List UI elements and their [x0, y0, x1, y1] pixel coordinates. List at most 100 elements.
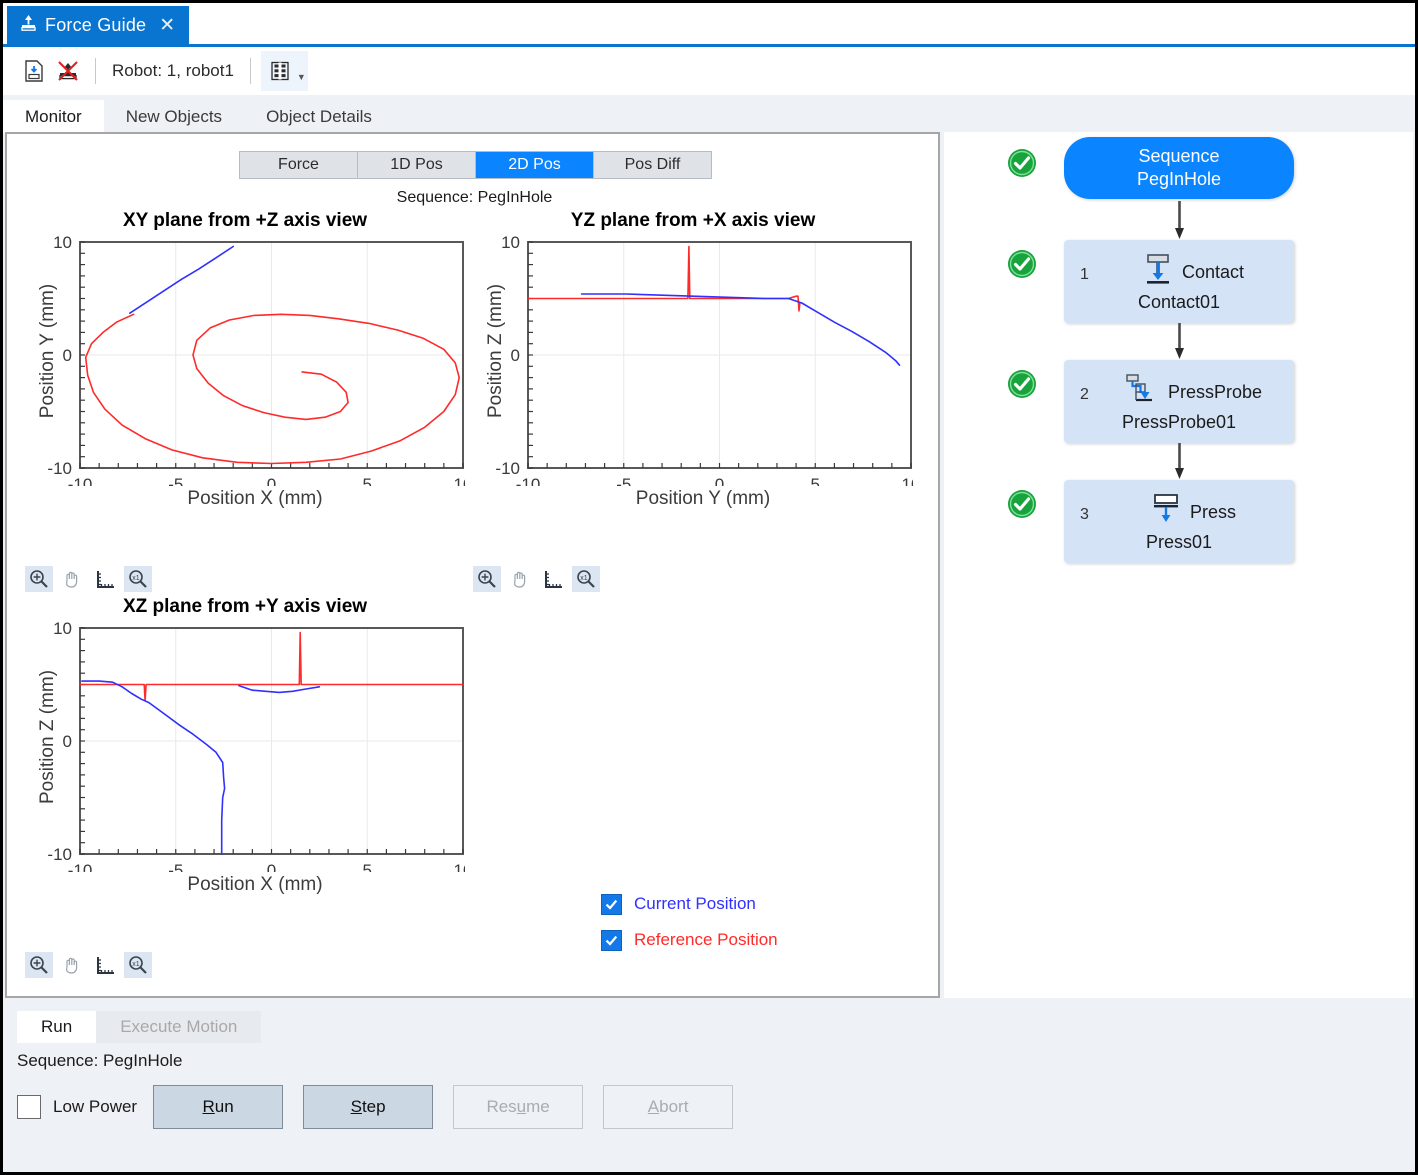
- chart-xz-xlabel: Position X (mm): [55, 874, 455, 896]
- svg-text:5: 5: [811, 475, 820, 486]
- abort-button: Abort: [603, 1085, 733, 1129]
- chart-xy-toolbar: x1: [25, 566, 152, 592]
- svg-text:x1: x1: [132, 961, 140, 968]
- chart-yz-plot[interactable]: -10-50510-10010: [473, 236, 913, 491]
- status-ok-icon-root: [1006, 147, 1038, 179]
- tab-execute-motion: Execute Motion: [96, 1011, 261, 1043]
- axis-scale-icon[interactable]: [91, 952, 119, 978]
- seg-2d-pos[interactable]: 2D Pos: [476, 152, 594, 178]
- tab-run[interactable]: Run: [17, 1011, 96, 1043]
- checkbox-low-power[interactable]: [17, 1095, 41, 1119]
- seg-1d-pos[interactable]: 1D Pos: [358, 152, 476, 178]
- toolbar-separator: [95, 58, 96, 84]
- press-icon: [1150, 493, 1182, 532]
- chart-xz-plane: XZ plane from +Y axis view Position Z (m…: [25, 596, 465, 886]
- press-probe-icon: [1124, 373, 1160, 412]
- save-document-icon[interactable]: [17, 54, 51, 88]
- monitor-panel: Force 1D Pos 2D Pos Pos Diff Sequence: P…: [5, 132, 940, 998]
- legend-item-reference-position[interactable]: Reference Position: [601, 922, 778, 958]
- zoom-reset-icon[interactable]: x1: [124, 566, 152, 592]
- svg-text:-10: -10: [47, 845, 72, 864]
- step-button-label: Step: [351, 1097, 386, 1117]
- properties-list-icon[interactable]: [263, 54, 297, 88]
- sequence-step-1[interactable]: 1 Contact Contact01: [1064, 240, 1294, 323]
- checkbox-reference-position[interactable]: [601, 930, 622, 951]
- run-button[interactable]: Run: [153, 1085, 283, 1129]
- resume-button-label: Resume: [486, 1097, 549, 1117]
- svg-text:10: 10: [501, 236, 520, 252]
- monitor-sequence-label: Sequence: PegInHole: [7, 189, 942, 207]
- zoom-in-icon[interactable]: [25, 566, 53, 592]
- run-sequence-label: Sequence: PegInHole: [17, 1051, 182, 1071]
- force-guide-window: Force Guide ✕ Robot: 1, robot1: [0, 0, 1418, 1175]
- chevron-down-icon[interactable]: ▼: [297, 72, 306, 82]
- svg-text:-5: -5: [616, 475, 631, 486]
- svg-text:5: 5: [363, 861, 372, 872]
- legend-label-current-position: Current Position: [634, 894, 756, 914]
- toolbar: Robot: 1, robot1 ▼: [3, 47, 1415, 95]
- chart-xz-plot[interactable]: -10-50510-10010: [25, 622, 465, 877]
- zoom-reset-icon[interactable]: x1: [572, 566, 600, 592]
- pan-hand-icon[interactable]: [506, 566, 534, 592]
- zoom-reset-icon[interactable]: x1: [124, 952, 152, 978]
- sequence-flow-panel: Sequence PegInHole 1: [944, 132, 1413, 998]
- axis-scale-icon[interactable]: [91, 566, 119, 592]
- zoom-in-icon[interactable]: [25, 952, 53, 978]
- abort-button-label: Abort: [648, 1097, 689, 1117]
- step-index-2: 2: [1080, 386, 1089, 404]
- sequence-root-node[interactable]: Sequence PegInHole: [1064, 137, 1294, 199]
- legend-item-current-position[interactable]: Current Position: [601, 886, 778, 922]
- chart-legend: Current Position Reference Position: [601, 886, 778, 958]
- run-controls: Low Power Run Step Resume Abort: [17, 1085, 753, 1129]
- low-power-control[interactable]: Low Power: [17, 1095, 137, 1119]
- step-type-2: PressProbe: [1168, 382, 1262, 403]
- seg-force[interactable]: Force: [240, 152, 358, 178]
- step-index-1: 1: [1080, 266, 1089, 284]
- svg-text:-5: -5: [168, 861, 183, 872]
- svg-text:10: 10: [902, 475, 913, 486]
- chart-xy-plot[interactable]: -10-50510-10010: [25, 236, 465, 491]
- svg-text:-10: -10: [47, 459, 72, 478]
- flow-arrow-1: [1175, 201, 1184, 241]
- status-ok-icon-step-2: [1006, 368, 1038, 400]
- pan-hand-icon[interactable]: [58, 952, 86, 978]
- svg-text:-10: -10: [495, 459, 520, 478]
- chart-xy-xlabel: Position X (mm): [55, 488, 455, 510]
- step-index-3: 3: [1080, 506, 1089, 524]
- tab-monitor[interactable]: Monitor: [3, 100, 104, 133]
- status-ok-icon-step-1: [1006, 248, 1038, 280]
- chart-xy-plane: XY plane from +Z axis view Position Y (m…: [25, 210, 465, 500]
- tab-object-details[interactable]: Object Details: [244, 100, 394, 133]
- svg-text:0: 0: [511, 346, 520, 365]
- delete-record-icon[interactable]: [51, 54, 85, 88]
- title-bar: Force Guide ✕: [3, 3, 1415, 44]
- run-tab-bar: Run Execute Motion: [17, 1009, 261, 1043]
- svg-text:0: 0: [63, 732, 72, 751]
- sequence-step-2[interactable]: 2 PressProbe PressProbe01: [1064, 360, 1294, 443]
- flow-arrow-3: [1175, 443, 1184, 481]
- robot-selector-label[interactable]: Robot: 1, robot1: [106, 61, 240, 81]
- pan-hand-icon[interactable]: [58, 566, 86, 592]
- seg-pos-diff[interactable]: Pos Diff: [594, 152, 711, 178]
- close-icon[interactable]: ✕: [159, 14, 175, 37]
- contact-icon: [1142, 253, 1174, 292]
- legend-label-reference-position: Reference Position: [634, 930, 778, 950]
- svg-text:x1: x1: [132, 575, 140, 582]
- svg-text:0: 0: [267, 475, 276, 486]
- svg-text:10: 10: [454, 861, 465, 872]
- window-tab-force-guide[interactable]: Force Guide ✕: [7, 6, 189, 44]
- axis-scale-icon[interactable]: [539, 566, 567, 592]
- svg-text:0: 0: [63, 346, 72, 365]
- step-name-1: Contact01: [1064, 292, 1294, 313]
- tab-new-objects[interactable]: New Objects: [104, 100, 244, 133]
- step-type-3: Press: [1190, 502, 1236, 523]
- svg-text:0: 0: [715, 475, 724, 486]
- zoom-in-icon[interactable]: [473, 566, 501, 592]
- sequence-step-3[interactable]: 3 Press Press01: [1064, 480, 1294, 563]
- window-title: Force Guide: [45, 15, 146, 36]
- layout-tool-group[interactable]: ▼: [261, 51, 308, 91]
- step-button[interactable]: Step: [303, 1085, 433, 1129]
- run-panel: Run Execute Motion Sequence: PegInHole L…: [3, 1003, 1415, 1172]
- checkbox-current-position[interactable]: [601, 894, 622, 915]
- main-tab-bar: Monitor New Objects Object Details: [3, 98, 1415, 133]
